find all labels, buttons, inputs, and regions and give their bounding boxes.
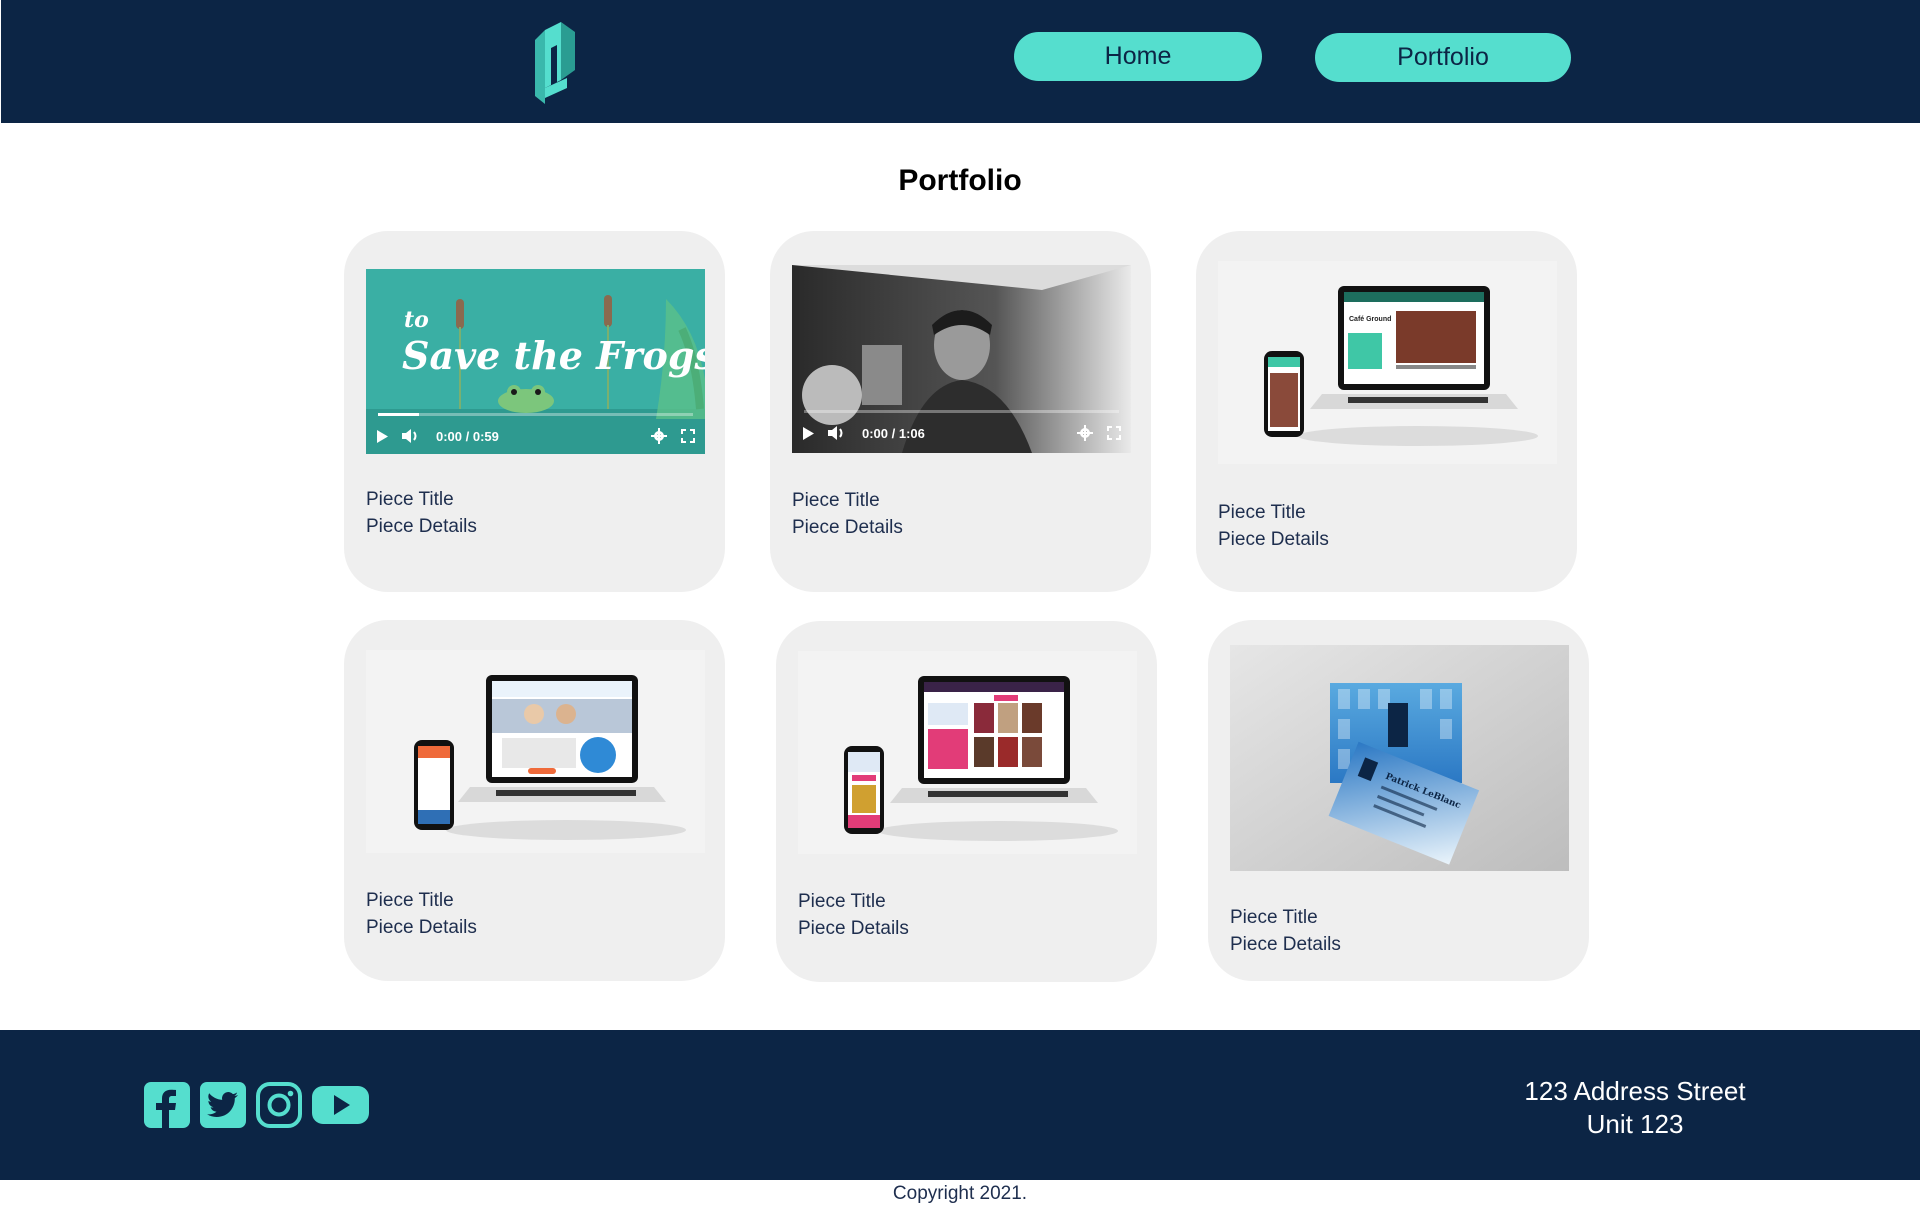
piece-details: Piece Details xyxy=(1218,529,1329,550)
piece-details: Piece Details xyxy=(792,517,903,538)
volume-icon[interactable] xyxy=(402,429,420,443)
volume-icon[interactable] xyxy=(828,426,846,440)
page-title: Portfolio xyxy=(898,164,1022,197)
facebook-icon[interactable] xyxy=(144,1082,190,1128)
settings-gear-icon[interactable] xyxy=(651,428,667,444)
portfolio-card[interactable]: Café Ground Piece Title Piece Details xyxy=(1196,231,1577,592)
piece-title: Piece Title xyxy=(366,890,454,911)
portfolio-card[interactable]: to Save the Frogs 0:00 / 0:59 Piece Titl… xyxy=(344,231,725,592)
piece-title: Piece Title xyxy=(1230,907,1318,928)
address-line-2: Unit 123 xyxy=(1586,1109,1684,1139)
piece-title: Piece Title xyxy=(366,489,454,510)
video-controls: 0:00 / 1:06 xyxy=(792,415,1131,451)
copyright-text: Copyright 2021. xyxy=(892,1183,1028,1204)
device-mockup-image xyxy=(798,651,1137,854)
video-player[interactable]: to Save the Frogs 0:00 / 0:59 xyxy=(366,269,705,454)
instagram-icon[interactable] xyxy=(256,1082,302,1128)
play-icon[interactable] xyxy=(802,426,814,440)
piece-details: Piece Details xyxy=(366,516,477,537)
fullscreen-icon[interactable] xyxy=(681,429,695,443)
piece-details: Piece Details xyxy=(1230,934,1341,955)
fullscreen-icon[interactable] xyxy=(1107,426,1121,440)
play-icon[interactable] xyxy=(376,429,388,443)
video-time: 0:00 / 0:59 xyxy=(436,428,499,444)
piece-title: Piece Title xyxy=(798,891,886,912)
video-player[interactable]: 0:00 / 1:06 xyxy=(792,265,1131,453)
portfolio-card[interactable]: Piece Title Piece Details xyxy=(344,620,725,981)
device-mockup-image: Café Ground xyxy=(1218,261,1557,464)
piece-details: Piece Details xyxy=(798,918,909,939)
video-controls: 0:00 / 0:59 xyxy=(366,418,705,454)
piece-title: Piece Title xyxy=(792,490,880,511)
video-overlay-small-text: to xyxy=(404,307,429,333)
nav-portfolio-button[interactable]: Portfolio xyxy=(1315,33,1571,82)
twitter-icon[interactable] xyxy=(200,1082,246,1128)
portfolio-card[interactable]: Piece Title Piece Details xyxy=(776,621,1157,982)
video-overlay-text: Save the Frogs xyxy=(402,333,705,378)
video-progress-fill xyxy=(378,413,419,416)
device-mockup-image xyxy=(366,650,705,853)
nav-home-button[interactable]: Home xyxy=(1014,32,1262,81)
business-cards-image: Patrick LeBlanc xyxy=(1230,645,1569,871)
video-progress-bar[interactable] xyxy=(378,413,693,416)
portfolio-card[interactable]: Patrick LeBlanc Piece Title Piece Detail… xyxy=(1208,620,1589,981)
youtube-icon[interactable] xyxy=(312,1082,369,1128)
piece-details: Piece Details xyxy=(366,917,477,938)
piece-title: Piece Title xyxy=(1218,502,1306,523)
logo-icon[interactable] xyxy=(531,18,577,106)
settings-gear-icon[interactable] xyxy=(1077,425,1093,441)
portfolio-card[interactable]: 0:00 / 1:06 Piece Title Piece Details xyxy=(770,231,1151,592)
video-time: 0:00 / 1:06 xyxy=(862,425,925,441)
site-header: Home Portfolio xyxy=(1,0,1920,123)
mockup-screen-text: Café Ground xyxy=(1349,316,1391,323)
video-progress-bar[interactable] xyxy=(804,410,1119,413)
address-line-1: 123 Address Street xyxy=(1524,1076,1746,1106)
